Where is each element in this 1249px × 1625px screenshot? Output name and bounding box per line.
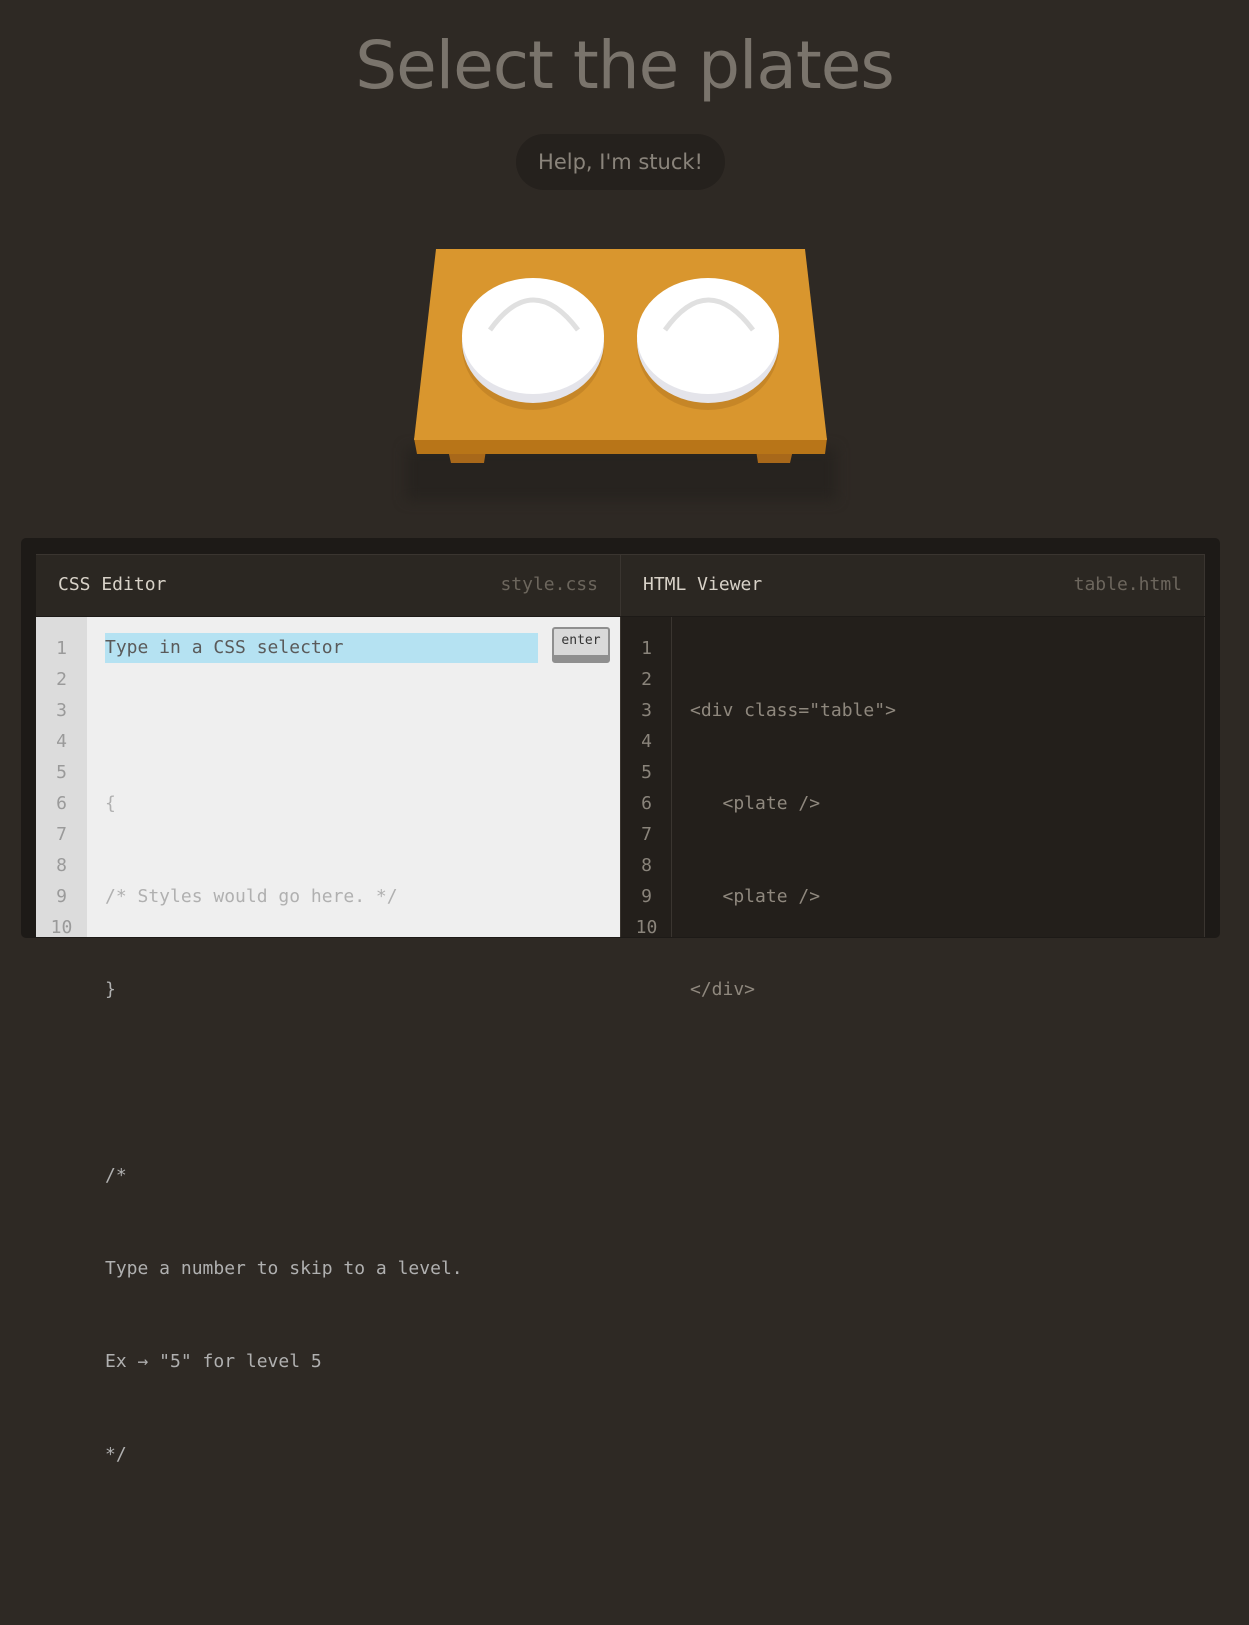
html-viewer-filename: table.html (1073, 574, 1182, 595)
css-editor-filename: style.css (500, 574, 598, 595)
html-line-gutter: 1 2 3 4 5 6 7 8 9 10 (621, 617, 672, 938)
css-code-lines: { /* Styles would go here. */ } /* Type … (105, 633, 463, 1625)
html-viewer-title: HTML Viewer (643, 574, 763, 595)
html-code-lines: <div class="table"> <plate /> <plate /> … (690, 633, 896, 1625)
css-line-gutter: 1 2 3 4 5 6 7 8 9 10 (36, 617, 87, 938)
line-number: 3 (641, 700, 652, 721)
code-line: /* Styles would go here. */ (105, 886, 398, 907)
line-number: 7 (641, 824, 652, 845)
line-number: 8 (641, 855, 652, 876)
line-number: 9 (641, 886, 652, 907)
table-edge (414, 438, 827, 454)
html-markup-line[interactable]: <plate /> (690, 788, 896, 819)
code-line: Ex → "5" for level 5 (105, 1351, 322, 1372)
enter-button[interactable]: enter (552, 627, 610, 663)
line-number: 8 (56, 855, 67, 876)
table-illustration (414, 249, 827, 463)
html-viewer-body: 1 2 3 4 5 6 7 8 9 10 <div class="table">… (620, 617, 1205, 1000)
line-number: 10 (50, 917, 73, 938)
line-number: 9 (56, 886, 67, 907)
line-number: 2 (56, 669, 67, 690)
code-line: { (105, 793, 116, 814)
line-number: 5 (56, 762, 67, 783)
html-viewer-header: HTML Viewer table.html (620, 554, 1205, 616)
html-markup-line[interactable]: <plate /> (690, 881, 896, 912)
code-line: */ (105, 1444, 127, 1465)
code-line: Type a number to skip to a level. (105, 1258, 463, 1279)
css-line-numbers: 1 2 3 4 5 6 7 8 9 10 (36, 633, 87, 943)
line-number: 4 (641, 731, 652, 752)
plate (637, 278, 779, 410)
line-number: 4 (56, 731, 67, 752)
line-number: 3 (56, 700, 67, 721)
css-editor-body: 1 2 3 4 5 6 7 8 9 10 { /* Styles would g… (36, 617, 620, 1465)
html-markup-line[interactable]: <div class="table"> (690, 695, 896, 726)
line-number: 1 (56, 638, 67, 659)
line-number: 1 (641, 638, 652, 659)
css-editor-title: CSS Editor (58, 574, 167, 595)
css-editor-header: CSS Editor style.css (36, 554, 620, 616)
code-line: /* (105, 1165, 127, 1186)
line-number: 7 (56, 824, 67, 845)
line-number: 5 (641, 762, 652, 783)
plate (462, 278, 604, 410)
code-line: } (105, 979, 116, 1000)
css-selector-input[interactable] (105, 633, 538, 663)
line-number: 6 (641, 793, 652, 814)
line-number: 2 (641, 669, 652, 690)
line-number: 10 (635, 917, 658, 938)
html-markup-line[interactable]: </div> (690, 974, 896, 1005)
html-line-numbers: 1 2 3 4 5 6 7 8 9 10 (621, 633, 672, 943)
line-number: 6 (56, 793, 67, 814)
